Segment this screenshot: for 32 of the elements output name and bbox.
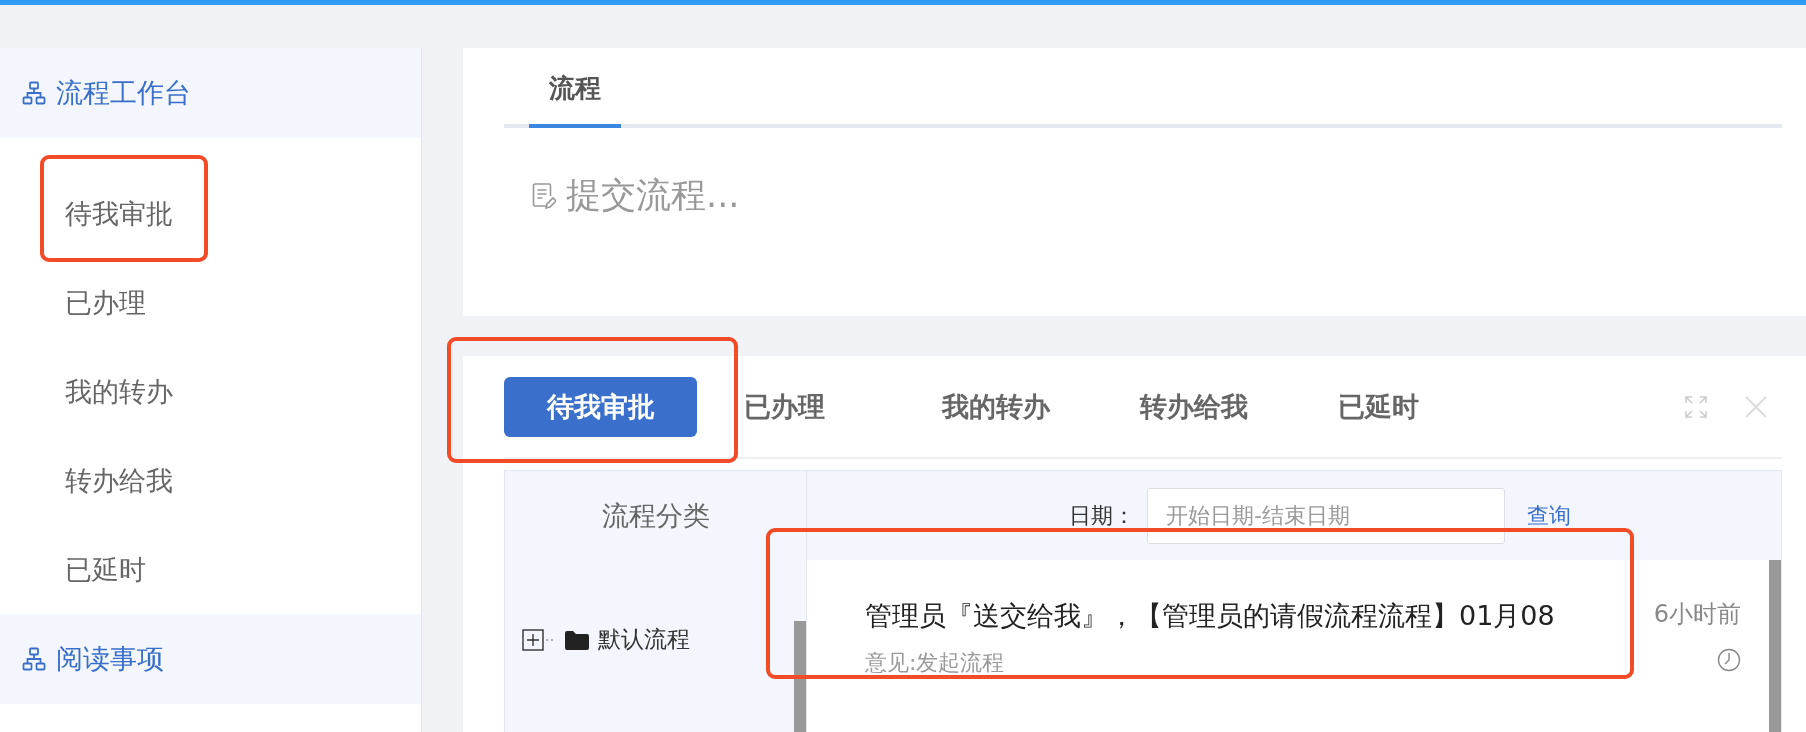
scrollbar[interactable] — [794, 621, 806, 732]
task-comment: 意见:发起流程 — [865, 649, 1006, 677]
sidebar-item[interactable]: 转办给我 — [65, 462, 173, 499]
date-range-field[interactable]: 开始日期-结束日期 — [1147, 487, 1505, 544]
sidebar-section[interactable]: 流程工作台 — [0, 48, 421, 138]
tab[interactable]: 转办给我 — [1140, 376, 1338, 437]
clock-icon — [1717, 648, 1741, 672]
date-label: 日期： — [1069, 501, 1135, 530]
query-link[interactable]: 查询 — [1527, 500, 1571, 531]
folder-icon — [564, 628, 590, 651]
close-icon[interactable] — [1744, 394, 1768, 419]
sidebar-item[interactable]: 待我审批 — [65, 195, 173, 232]
tab[interactable]: 待我审批 — [504, 376, 697, 437]
tree-item[interactable]: 默认流程 — [598, 624, 690, 655]
tab[interactable]: 已延时 — [1338, 376, 1536, 437]
sidebar-item[interactable]: 我的转办 — [65, 373, 173, 410]
time-ago: 6小时前 — [1653, 599, 1741, 630]
section-title: 阅读事项 — [56, 642, 164, 676]
scrollbar[interactable] — [1769, 560, 1781, 732]
task-title[interactable]: 管理员『送交给我』，【管理员的请假流程流程】01月08 — [865, 598, 1654, 634]
tab[interactable]: 已办理 — [744, 376, 942, 437]
tab[interactable]: 流程 — [529, 71, 621, 128]
hierarchy-icon — [22, 647, 46, 671]
sidebar-section[interactable]: 阅读事项 — [0, 614, 421, 704]
sidebar-item[interactable]: 已办理 — [65, 284, 146, 321]
section-title: 流程工作台 — [56, 76, 191, 110]
column-header: 流程分类 — [601, 498, 710, 533]
hierarchy-icon — [22, 81, 46, 105]
expand-icon[interactable] — [522, 627, 556, 652]
tab[interactable]: 我的转办 — [942, 376, 1140, 437]
document-edit-icon — [532, 181, 556, 210]
sidebar-item[interactable]: 已延时 — [65, 551, 146, 588]
